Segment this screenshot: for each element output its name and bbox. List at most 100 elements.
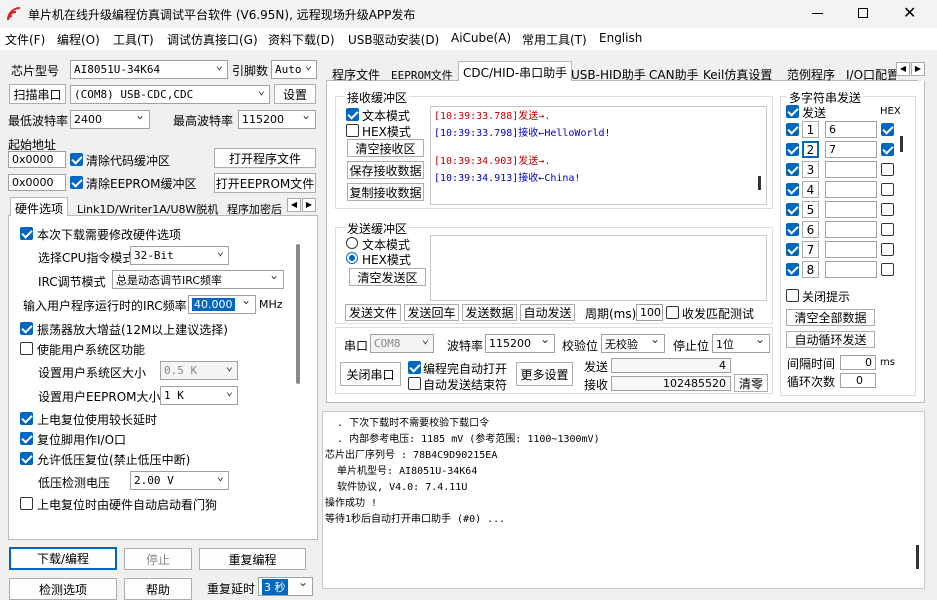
multi-send-row-checkbox[interactable] xyxy=(786,143,799,156)
menu-debug[interactable]: 调试仿真接口(G) xyxy=(167,31,258,48)
sys-size-select[interactable]: 0.5 K xyxy=(160,361,238,380)
stop-bit-select[interactable]: 1位 xyxy=(712,334,770,353)
multi-send-row-input[interactable] xyxy=(825,181,877,198)
multi-send-row-button[interactable]: 7 xyxy=(802,241,819,258)
multi-send-row-hex-checkbox[interactable] xyxy=(881,263,894,276)
rx-text-mode-checkbox[interactable] xyxy=(346,108,359,121)
serial-port-select[interactable]: COM8 xyxy=(370,334,434,353)
multi-send-row-button[interactable]: 1 xyxy=(802,121,819,138)
multi-send-row-checkbox[interactable] xyxy=(786,223,799,236)
send-area[interactable] xyxy=(430,235,767,301)
multi-send-row-input[interactable] xyxy=(825,221,877,238)
multi-send-row-hex-checkbox[interactable] xyxy=(881,203,894,216)
lvd-voltage-select[interactable]: 2.00 V xyxy=(130,471,229,490)
send-file-button[interactable]: 发送文件 xyxy=(345,304,401,321)
period-input[interactable]: 100 xyxy=(636,304,663,321)
menu-downloads[interactable]: 资料下载(D) xyxy=(268,31,335,48)
auto-send-button[interactable]: 自动发送 xyxy=(520,304,575,321)
log-scrollbar[interactable] xyxy=(916,545,919,569)
download-button[interactable]: 下载/编程 xyxy=(9,547,117,570)
save-receive-button[interactable]: 保存接收数据 xyxy=(347,161,424,179)
multi-send-row-checkbox[interactable] xyxy=(786,203,799,216)
multi-send-row-button[interactable]: 6 xyxy=(802,221,819,238)
auto-close-checkbox[interactable] xyxy=(408,377,421,390)
clear-send-button[interactable]: 清空发送区 xyxy=(349,268,426,286)
multi-send-row-hex-checkbox[interactable] xyxy=(881,143,894,156)
multi-send-row-input[interactable] xyxy=(825,261,877,278)
multi-send-row-hex-checkbox[interactable] xyxy=(881,243,894,256)
multi-send-row-checkbox[interactable] xyxy=(786,243,799,256)
menu-file[interactable]: 文件(F) xyxy=(5,31,45,48)
eeprom-address-input[interactable]: 0x0000 xyxy=(8,174,66,191)
scan-port-button[interactable]: 扫描串口 xyxy=(9,84,66,104)
eeprom-size-select[interactable]: 1 K xyxy=(160,386,238,405)
chip-select[interactable]: AI8051U-34K64 xyxy=(70,60,228,79)
baud-select[interactable]: 115200 xyxy=(485,334,555,353)
reset-count-button[interactable]: 清零 xyxy=(734,374,768,392)
open-eeprom-file-button[interactable]: 打开EEPROM文件 xyxy=(214,173,316,193)
close-icon[interactable]: ✕ xyxy=(903,3,916,22)
osc-gain-checkbox[interactable] xyxy=(20,322,33,335)
clear-all-data-button[interactable]: 清空全部数据 xyxy=(786,309,875,326)
lvd-checkbox[interactable] xyxy=(20,452,33,465)
multi-scrollbar[interactable] xyxy=(900,136,903,152)
start-address-input[interactable]: 0x0000 xyxy=(8,151,66,168)
menu-usb-driver[interactable]: USB驱动安装(D) xyxy=(348,31,439,48)
irc-mode-select[interactable]: 总是动态调节IRC频率 xyxy=(112,270,284,289)
auto-loop-send-button[interactable]: 自动循环发送 xyxy=(786,331,875,348)
multi-send-row-button[interactable]: 5 xyxy=(802,201,819,218)
menu-aicube[interactable]: AiCube(A) xyxy=(451,31,511,45)
multi-send-row-input[interactable]: 6 xyxy=(825,121,877,138)
clear-receive-button[interactable]: 清空接收区 xyxy=(347,139,424,157)
multi-send-row-button[interactable]: 3 xyxy=(802,161,819,178)
modify-hw-checkbox[interactable] xyxy=(20,227,33,240)
clear-code-checkbox[interactable] xyxy=(70,153,83,166)
send-enter-button[interactable]: 发送回车 xyxy=(404,304,459,321)
receive-scrollbar[interactable] xyxy=(758,176,761,190)
repeat-delay-select[interactable]: 3 秒 xyxy=(258,577,313,596)
close-tip-checkbox[interactable] xyxy=(786,289,799,302)
multi-send-row-checkbox[interactable] xyxy=(786,163,799,176)
irc-freq-select[interactable]: 40.000 xyxy=(188,295,256,314)
pin-select[interactable]: Auto xyxy=(271,60,317,79)
menu-common-tools[interactable]: 常用工具(T) xyxy=(522,31,587,48)
match-test-checkbox[interactable] xyxy=(666,306,679,319)
rx-hex-mode-checkbox[interactable] xyxy=(346,124,359,137)
multi-send-row-button[interactable]: 2 xyxy=(802,141,819,158)
multi-send-row-checkbox[interactable] xyxy=(786,183,799,196)
tx-text-mode-radio[interactable] xyxy=(346,237,358,249)
auto-open-checkbox[interactable] xyxy=(408,361,421,374)
help-button[interactable]: 帮助 xyxy=(124,578,192,600)
open-program-file-button[interactable]: 打开程序文件 xyxy=(214,148,316,168)
multi-send-row-checkbox[interactable] xyxy=(786,263,799,276)
more-settings-button[interactable]: 更多设置 xyxy=(516,362,573,386)
min-baud-select[interactable]: 2400 xyxy=(70,110,150,129)
interval-input[interactable]: 0 xyxy=(840,355,876,370)
right-tab-left-icon[interactable]: ◀ xyxy=(896,62,910,76)
multi-send-row-button[interactable]: 8 xyxy=(802,261,819,278)
options-scrollbar[interactable] xyxy=(296,244,300,384)
send-data-button[interactable]: 发送数据 xyxy=(462,304,517,321)
menu-program[interactable]: 编程(O) xyxy=(57,31,100,48)
close-port-button[interactable]: 关闭串口 xyxy=(340,362,401,386)
stop-button[interactable]: 停止 xyxy=(124,548,192,570)
reset-io-checkbox[interactable] xyxy=(20,432,33,445)
multi-send-row-input[interactable]: 7 xyxy=(825,141,877,158)
receive-area[interactable]: [10:39:33.788]发送→. [10:39:33.798]接收←Hell… xyxy=(430,106,767,205)
wdt-checkbox[interactable] xyxy=(20,497,33,510)
settings-button[interactable]: 设置 xyxy=(274,84,316,104)
menu-tools[interactable]: 工具(T) xyxy=(113,31,154,48)
multi-send-row-input[interactable] xyxy=(825,201,877,218)
tx-hex-mode-radio[interactable] xyxy=(346,252,358,264)
multi-send-row-input[interactable] xyxy=(825,241,877,258)
clear-eeprom-checkbox[interactable] xyxy=(70,176,83,189)
right-tab-right-icon[interactable]: ▶ xyxy=(911,62,925,76)
loop-count-input[interactable]: 0 xyxy=(840,373,876,388)
multi-send-row-button[interactable]: 4 xyxy=(802,181,819,198)
tab-scroll-left-icon[interactable]: ◀ xyxy=(287,198,301,212)
multi-send-row-hex-checkbox[interactable] xyxy=(881,223,894,236)
detect-options-button[interactable]: 检测选项 xyxy=(9,578,117,600)
user-sys-checkbox[interactable] xyxy=(20,342,33,355)
multi-send-row-hex-checkbox[interactable] xyxy=(881,123,894,136)
multi-send-row-input[interactable] xyxy=(825,161,877,178)
